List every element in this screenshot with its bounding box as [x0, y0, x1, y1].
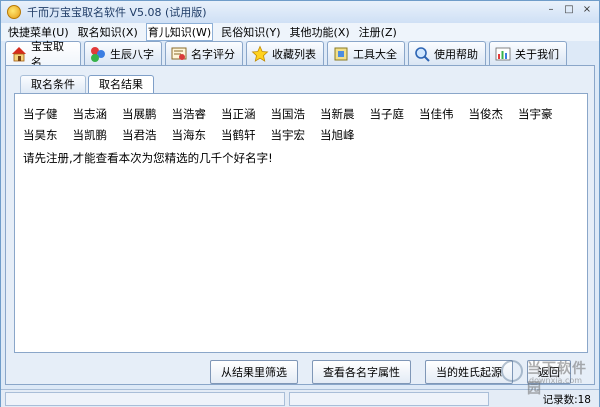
name-item[interactable]: 当佳伟 — [419, 104, 454, 125]
status-bar: 记录数:18 — [1, 389, 599, 407]
close-button[interactable]: × — [579, 4, 595, 18]
tab-help[interactable]: 使用帮助 — [408, 41, 486, 65]
house-icon — [10, 45, 28, 63]
name-item[interactable]: 当志涵 — [73, 104, 108, 125]
watermark-url: downxia.com — [529, 376, 583, 385]
name-item[interactable]: 当子健 — [23, 104, 58, 125]
filter-results-button[interactable]: 从结果里筛选 — [210, 360, 298, 384]
name-item[interactable]: 当宇宏 — [271, 125, 306, 146]
tab-favorites[interactable]: 收藏列表 — [246, 41, 324, 65]
minimize-button[interactable]: – — [543, 4, 559, 18]
name-item[interactable]: 当正涵 — [221, 104, 256, 125]
tab-name-score[interactable]: 名字评分 — [165, 41, 243, 65]
name-item[interactable]: 当昊东 — [23, 125, 58, 146]
view-attributes-button[interactable]: 查看各名字属性 — [312, 360, 411, 384]
window-controls: – □ × — [543, 4, 595, 18]
menu-naming-knowledge[interactable]: 取名知识(X) — [77, 24, 139, 40]
colored-balls-icon — [89, 45, 107, 63]
tab-birth-chart[interactable]: 生辰八字 — [84, 41, 162, 65]
tab-label: 收藏列表 — [272, 47, 316, 61]
tab-about[interactable]: 关于我们 — [489, 41, 567, 65]
status-segment — [5, 391, 285, 406]
star-icon — [251, 45, 269, 63]
tab-label: 使用帮助 — [434, 47, 478, 61]
watermark-logo-icon — [501, 360, 523, 382]
name-list: 当子健 当志涵 当展鹏 当浩睿 当正涵 当国浩 当新晨 当子庭 当佳伟 当俊杰 … — [23, 104, 579, 146]
name-item[interactable]: 当旭峰 — [320, 125, 355, 146]
name-item[interactable]: 当俊杰 — [469, 104, 504, 125]
maximize-button[interactable]: □ — [561, 4, 577, 18]
surname-origin-button[interactable]: 当的姓氏起源 — [425, 360, 513, 384]
menu-bar: 快捷菜单(U) 取名知识(X) 育儿知识(W) 民俗知识(Y) 其他功能(X) … — [1, 23, 599, 41]
results-area[interactable]: 当子健 当志涵 当展鹏 当浩睿 当正涵 当国浩 当新晨 当子庭 当佳伟 当俊杰 … — [14, 93, 588, 353]
menu-parenting-knowledge[interactable]: 育儿知识(W) — [145, 23, 214, 41]
name-item[interactable]: 当海东 — [172, 125, 207, 146]
name-item[interactable]: 当展鹏 — [122, 104, 157, 125]
name-item[interactable]: 当子庭 — [370, 104, 405, 125]
tab-tools[interactable]: 工具大全 — [327, 41, 405, 65]
app-logo-icon — [7, 5, 21, 19]
tab-baby-naming[interactable]: 宝宝取名 — [5, 40, 81, 69]
title-bar: 千而万宝宝取名软件 V5.08 (试用版) – □ × — [1, 1, 599, 23]
name-item[interactable]: 当凯鹏 — [73, 125, 108, 146]
magnifier-icon — [413, 45, 431, 63]
tab-label: 工具大全 — [353, 47, 397, 61]
tab-label: 关于我们 — [515, 47, 559, 61]
name-item[interactable]: 当君浩 — [122, 125, 157, 146]
certificate-icon — [170, 45, 188, 63]
watermark: 当下软件园 downxia.com — [501, 358, 597, 397]
window-title: 千而万宝宝取名软件 V5.08 (试用版) — [27, 6, 207, 19]
tab-label: 名字评分 — [191, 47, 235, 61]
name-item[interactable]: 当浩睿 — [172, 104, 207, 125]
name-item[interactable]: 当新晨 — [320, 104, 355, 125]
menu-register[interactable]: 注册(Z) — [358, 24, 398, 40]
content-panel: 取名条件 取名结果 当子健 当志涵 当展鹏 当浩睿 当正涵 当国浩 当新晨 当子… — [5, 65, 595, 385]
name-item[interactable]: 当国浩 — [271, 104, 306, 125]
tab-naming-conditions[interactable]: 取名条件 — [20, 75, 86, 93]
name-item[interactable]: 当宇豪 — [518, 104, 553, 125]
tab-naming-results[interactable]: 取名结果 — [88, 75, 154, 94]
menu-other-functions[interactable]: 其他功能(X) — [289, 24, 351, 40]
chart-icon — [494, 45, 512, 63]
app-window: 千而万宝宝取名软件 V5.08 (试用版) – □ × 快捷菜单(U) 取名知识… — [0, 0, 600, 407]
status-segment — [289, 391, 489, 406]
tab-label: 生辰八字 — [110, 47, 154, 61]
name-item[interactable]: 当鹤轩 — [221, 125, 256, 146]
menu-folk-knowledge[interactable]: 民俗知识(Y) — [220, 24, 281, 40]
toolbox-icon — [332, 45, 350, 63]
sub-tabs: 取名条件 取名结果 — [20, 75, 154, 94]
register-notice: 请先注册,才能查看本次为您精选的几千个好名字! — [23, 151, 273, 165]
main-toolbar-tabs: 宝宝取名 生辰八字 名字评分 收藏列表 工具大全 使用帮助 关于我们 — [5, 40, 595, 69]
